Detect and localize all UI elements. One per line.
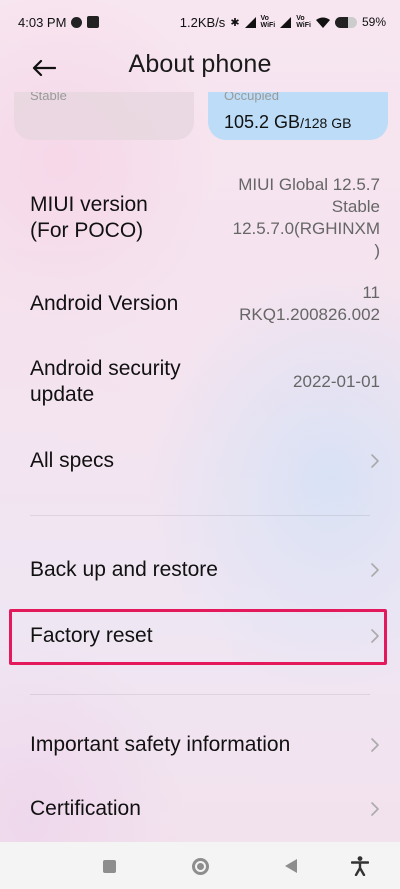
- wifi-icon: [315, 17, 330, 28]
- certification-row[interactable]: Certification: [30, 793, 382, 825]
- accessibility-button[interactable]: [350, 856, 370, 876]
- battery-percent: 59%: [361, 15, 386, 29]
- safety-information-row[interactable]: Important safety information: [30, 729, 382, 761]
- notification-icon: [71, 16, 83, 28]
- row-label: Important safety information: [30, 733, 291, 756]
- volte-wifi-icon: Vo WiFi: [260, 15, 276, 29]
- storage-card-left[interactable]: Stable: [14, 92, 194, 140]
- page-title: About phone: [128, 50, 272, 78]
- square-icon: [102, 859, 116, 873]
- row-label: Factory reset: [30, 624, 153, 647]
- row-label: Android Version: [30, 292, 179, 315]
- chevron-right-icon: [368, 451, 382, 471]
- battery-fill: [334, 16, 348, 28]
- network-speed: 1.2KB/s: [179, 14, 226, 30]
- app-notification-icon: [87, 16, 100, 28]
- status-time: 4:03 PM: [18, 14, 67, 30]
- android-version-row[interactable]: Android Version 11 RKQ1.200826.002: [30, 279, 382, 329]
- status-right: 1.2KB/s ✱ Vo WiFi Vo WiFi 59%: [180, 15, 386, 30]
- security-update-row[interactable]: Android security update 2022-01-01: [30, 354, 382, 410]
- chevron-right-icon: [368, 560, 382, 580]
- storage-card[interactable]: Occupied 105.2 GB/128 GB: [208, 92, 388, 140]
- status-left: 4:03 PM: [18, 14, 100, 30]
- bluetooth-icon: ✱: [230, 16, 240, 29]
- row-value: 2022-01-01: [293, 372, 380, 391]
- storage-value: 105.2 GB/128 GB: [224, 112, 352, 132]
- navigation-bar: [0, 842, 400, 889]
- volte-wifi-icon-2: Vo WiFi: [296, 15, 311, 29]
- recents-button[interactable]: [99, 856, 119, 876]
- storage-cards: Stable Occupied 105.2 GB/128 GB: [0, 92, 400, 144]
- card-subtitle: Stable: [30, 92, 67, 103]
- row-value: MIUI Global 12.5.7 Stable 12.5.7.0(RGHIN…: [232, 175, 380, 260]
- chevron-right-icon: [368, 799, 382, 819]
- backup-restore-row[interactable]: Back up and restore: [30, 554, 382, 586]
- row-label: Certification: [30, 797, 141, 820]
- chevron-right-icon: [368, 626, 382, 646]
- row-value: 11 RKQ1.200826.002: [239, 283, 380, 324]
- chevron-right-icon: [368, 735, 382, 755]
- row-label: MIUI version (For POCO): [30, 193, 148, 242]
- row-label: Back up and restore: [30, 558, 218, 581]
- row-label: Android security update: [30, 357, 181, 406]
- signal-icon-2: [280, 16, 292, 28]
- header: About phone: [0, 44, 400, 92]
- divider: [30, 694, 370, 695]
- card-subtitle: Occupied: [224, 92, 279, 103]
- row-label: All specs: [30, 449, 115, 472]
- back-nav-button[interactable]: [281, 856, 301, 876]
- triangle-back-icon: [285, 859, 297, 873]
- circle-icon: [191, 857, 209, 875]
- miui-version-row[interactable]: MIUI version (For POCO) MIUI Global 12.5…: [30, 172, 382, 264]
- status-bar: 4:03 PM 1.2KB/s ✱ Vo WiFi Vo WiFi 59%: [0, 0, 400, 44]
- signal-icon: [244, 16, 256, 28]
- accessibility-icon: [351, 856, 369, 876]
- battery-icon: [334, 16, 357, 28]
- factory-reset-row[interactable]: Factory reset: [30, 620, 382, 652]
- divider: [30, 515, 370, 516]
- all-specs-row[interactable]: All specs: [30, 445, 382, 477]
- home-button[interactable]: [190, 856, 210, 876]
